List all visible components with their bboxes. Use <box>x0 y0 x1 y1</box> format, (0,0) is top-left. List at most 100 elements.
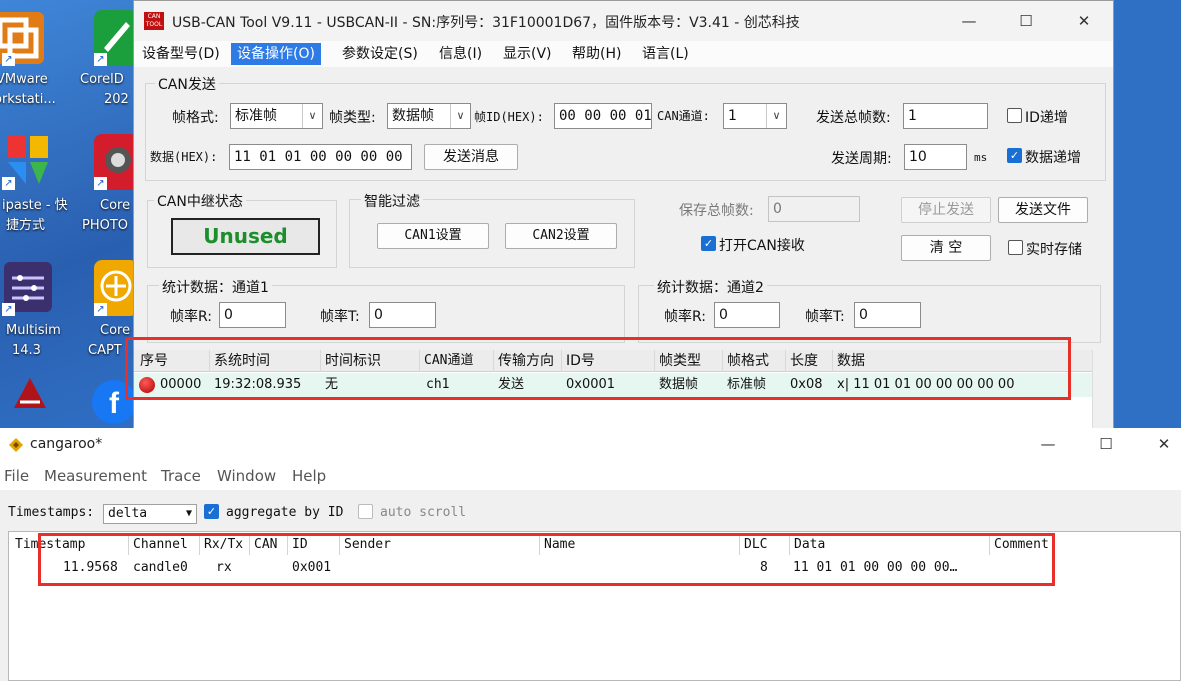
can-channel-select[interactable]: 1 ∨ <box>723 103 787 129</box>
save-total-input: 0 <box>768 196 860 222</box>
minimize-icon[interactable]: — <box>1036 432 1060 456</box>
chevron-down-icon: ∨ <box>302 104 322 128</box>
highlight-box-usbcan <box>125 337 1071 400</box>
menu-parameters[interactable]: 参数设定(S) <box>336 43 424 65</box>
stats1-rate-r-label: 帧率R: <box>170 306 212 326</box>
frame-format-label: 帧格式: <box>172 110 219 126</box>
relay-status-indicator: Unused <box>171 218 320 255</box>
data-hex-input[interactable]: 11 01 01 00 00 00 00 00 <box>229 144 412 170</box>
stats1-rate-t-input: 0 <box>369 302 436 328</box>
stats-channel2-label: 统计数据：通道2 <box>654 277 767 297</box>
stats-channel1-label: 统计数据：通道1 <box>159 277 272 297</box>
minimize-icon[interactable]: — <box>957 9 981 33</box>
desktop-icon-label: 捷方式 <box>6 218 46 233</box>
smart-filter-label: 智能过滤 <box>361 191 423 211</box>
shortcut-arrow-icon: ↗ <box>2 303 15 316</box>
save-total-label: 保存总帧数: <box>679 203 754 219</box>
close-icon[interactable]: ✕ <box>1152 432 1176 456</box>
frame-type-select[interactable]: 数据帧 ∨ <box>387 103 471 129</box>
usbcan-title: USB-CAN Tool V9.11 - USBCAN-II - SN:序列号：… <box>172 15 800 31</box>
data-increment-checkbox[interactable]: ✓ <box>1007 148 1022 163</box>
shortcut-arrow-icon: ↗ <box>94 177 107 190</box>
close-icon[interactable]: ✕ <box>1072 9 1096 33</box>
stats2-rate-t-label: 帧率T: <box>805 306 845 326</box>
frame-id-label: 帧ID(HEX): <box>474 110 544 124</box>
menu-device-model[interactable]: 设备型号(D) <box>136 43 226 65</box>
stats2-rate-r-label: 帧率R: <box>664 306 706 326</box>
stats2-rate-r-input: 0 <box>714 302 780 328</box>
frame-format-value: 标准帧 <box>235 108 277 124</box>
menu-language[interactable]: 语言(L) <box>636 43 695 65</box>
can-channel-label: CAN通道: <box>657 107 710 124</box>
menu-display[interactable]: 显示(V) <box>497 43 558 65</box>
stats2-rate-t-text: 帧率T: <box>805 309 845 325</box>
stats2-rate-r-text: 帧率R: <box>664 309 707 325</box>
desktop-area: ↗ VMware orkstati... ↗ CorelD 202 ↗ ipas… <box>0 0 140 430</box>
autoscroll-label: auto scroll <box>380 505 467 520</box>
maximize-icon[interactable]: ☐ <box>1094 432 1118 456</box>
shortcut-arrow-icon: ↗ <box>94 53 107 66</box>
stats1-rate-r-input: 0 <box>219 302 286 328</box>
stop-send-button[interactable]: 停止发送 <box>901 197 991 223</box>
menu-help[interactable]: 帮助(H) <box>566 43 627 65</box>
menu-device-operation[interactable]: 设备操作(O) <box>231 43 321 65</box>
stats1-rate-t-text: 帧率T: <box>320 309 360 325</box>
shortcut-arrow-icon: ↗ <box>2 177 15 190</box>
desktop-icon-label: Core <box>100 198 131 213</box>
can-channel-value: 1 <box>728 108 737 124</box>
menu-window[interactable]: Window <box>217 467 276 485</box>
desktop-icon-label: 14.3 <box>12 343 41 358</box>
desktop-icon-label: PHOTO <box>82 218 129 233</box>
dropdown-arrow-icon: ▼ <box>185 508 192 519</box>
realtime-save-label: 实时存储 <box>1026 242 1082 258</box>
menu-help[interactable]: Help <box>292 467 326 485</box>
timestamps-value: delta <box>108 506 148 521</box>
data-hex-label: 数据(HEX): <box>150 148 217 165</box>
desktop-icon-label: Multisim <box>6 323 61 338</box>
id-increment-checkbox[interactable] <box>1007 108 1022 123</box>
open-can-receive-checkbox[interactable]: ✓ <box>701 236 716 251</box>
cangaroo-titlebar[interactable]: cangaroo* — ☐ ✕ <box>0 428 1181 462</box>
highlight-box-cangaroo <box>38 533 1055 586</box>
can-channel-label-text: CAN通道: <box>657 109 710 123</box>
desktop-icon-label: CAPT <box>88 343 122 358</box>
frame-type-label: 帧类型: <box>329 110 376 126</box>
send-message-button[interactable]: 发送消息 <box>424 144 518 170</box>
autodesk-icon[interactable] <box>10 372 50 412</box>
clear-button[interactable]: 清 空 <box>901 235 991 261</box>
total-frames-input[interactable]: 1 <box>903 103 988 129</box>
chevron-down-icon: ∨ <box>766 104 786 128</box>
menu-info[interactable]: 信息(I) <box>433 43 488 65</box>
cangaroo-title: cangaroo* <box>30 436 103 452</box>
usbcan-titlebar[interactable]: CAN TOOL USB-CAN Tool V9.11 - USBCAN-II … <box>134 1 1113 41</box>
send-file-button[interactable]: 发送文件 <box>998 197 1088 223</box>
menu-file[interactable]: File <box>4 467 29 485</box>
menu-measurement[interactable]: Measurement <box>44 467 147 485</box>
timestamps-select[interactable]: delta ▼ <box>103 504 197 524</box>
realtime-save-checkbox[interactable] <box>1008 240 1023 255</box>
vertical-scrollbar[interactable] <box>1092 350 1113 428</box>
stats1-rate-r-text: 帧率R: <box>170 309 213 325</box>
desktop-icon-label: orkstati... <box>0 92 56 107</box>
desktop-icon-label: ipaste - 快 <box>2 198 68 213</box>
open-can-receive-label: 打开CAN接收 <box>719 238 805 254</box>
total-frames-label: 发送总帧数: <box>816 110 891 126</box>
send-period-input[interactable]: 10 <box>904 144 967 170</box>
frame-format-select[interactable]: 标准帧 ∨ <box>230 103 323 129</box>
aggregate-checkbox[interactable]: ✓ <box>204 504 219 519</box>
desktop-icon-label: CorelD <box>80 72 124 87</box>
timestamps-label: Timestamps: <box>8 505 95 520</box>
cangaroo-menubar: File Measurement Trace Window Help <box>0 462 1181 490</box>
menu-trace[interactable]: Trace <box>161 467 201 485</box>
id-increment-label: ID递增 <box>1025 110 1068 126</box>
usbcan-menubar: 设备型号(D) 设备操作(O) 参数设定(S) 信息(I) 显示(V) 帮助(H… <box>134 41 1113 67</box>
data-hex-label-text: 数据(HEX): <box>150 150 218 164</box>
can1-settings-button[interactable]: CAN1设置 <box>377 223 489 249</box>
maximize-icon[interactable]: ☐ <box>1014 9 1038 33</box>
send-period-label: 发送周期: <box>831 151 892 167</box>
can2-settings-button[interactable]: CAN2设置 <box>505 223 617 249</box>
frame-id-input[interactable]: 00 00 00 01 <box>554 103 652 129</box>
aggregate-label: aggregate by ID <box>226 505 344 520</box>
autoscroll-checkbox[interactable] <box>358 504 373 519</box>
usbcan-app-icon: CAN TOOL <box>144 12 164 30</box>
